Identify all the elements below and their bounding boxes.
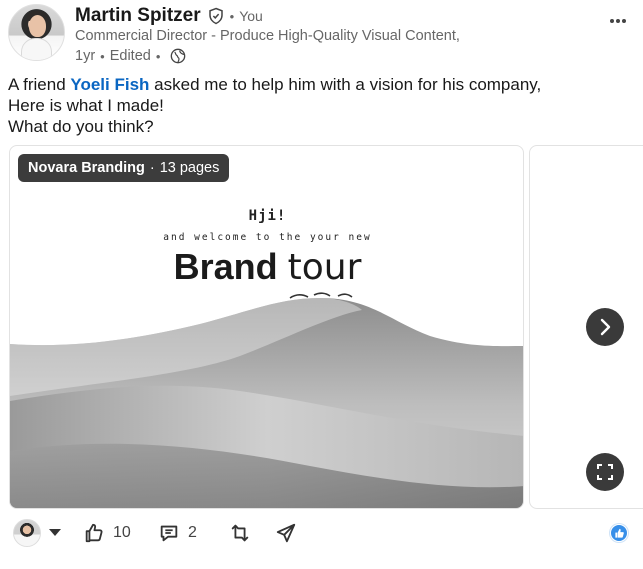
chevron-right-icon[interactable] (586, 308, 624, 346)
post-meta: 1yr • Edited • (75, 46, 186, 66)
repost-icon (231, 524, 249, 542)
slide-greeting: Hji! (248, 208, 287, 224)
separator-dot: • (155, 48, 161, 64)
author-name[interactable]: Martin Spitzer (75, 5, 201, 27)
slide-title: Brand tour (10, 246, 523, 288)
post-time: 1yr (75, 48, 96, 64)
document-slide[interactable]: Novara Branding · 13 pages Hji! and welc… (9, 145, 524, 509)
thumbs-up-icon (85, 523, 103, 543)
slide-title-bold: Brand (173, 246, 278, 287)
mention-link[interactable]: Yoeli Fish (70, 75, 149, 94)
send-icon (276, 523, 296, 543)
comment-icon (160, 525, 178, 542)
post-text-line2: Here is what I made! (8, 96, 164, 115)
edited-label: Edited (109, 48, 151, 64)
document-title: Novara Branding (28, 160, 145, 176)
more-options-icon[interactable] (607, 10, 629, 32)
post-text: A friend Yoeli Fish asked me to help him… (8, 74, 541, 137)
like-count: 10 (113, 524, 131, 541)
relation-label: You (239, 8, 263, 24)
separator-dot: • (229, 8, 235, 24)
separator-dot: · (149, 160, 155, 176)
post-text-prefix: A friend (8, 75, 66, 94)
send-button[interactable] (275, 520, 297, 546)
chevron-down-icon[interactable] (49, 529, 61, 536)
document-badge: Novara Branding · 13 pages (18, 154, 230, 182)
comment-count: 2 (188, 524, 197, 541)
dune-image (10, 292, 523, 508)
like-button[interactable]: 10 (83, 520, 131, 546)
separator-dot: • (100, 48, 105, 64)
reaction-like-badge-icon[interactable] (610, 524, 628, 542)
fullscreen-icon[interactable] (586, 453, 624, 491)
document-page-count: 13 pages (159, 160, 220, 176)
reaction-identity-avatar[interactable] (13, 519, 41, 547)
author-headline: Commercial Director - Produce High-Quali… (75, 28, 460, 44)
verified-shield-icon (208, 7, 223, 25)
action-bar: 10 2 (0, 516, 643, 554)
post-text-line3: What do you think? (8, 117, 154, 136)
globe-icon (171, 48, 186, 64)
comment-button[interactable]: 2 (158, 520, 197, 546)
repost-button[interactable] (229, 520, 251, 546)
author-avatar[interactable] (8, 4, 65, 61)
slide-title-light: tour (287, 247, 362, 288)
author-name-line: Martin Spitzer • You (75, 4, 263, 28)
slide-subtitle: and welcome to the your new (163, 232, 372, 243)
post-text-suffix: asked me to help him with a vision for h… (154, 75, 542, 94)
